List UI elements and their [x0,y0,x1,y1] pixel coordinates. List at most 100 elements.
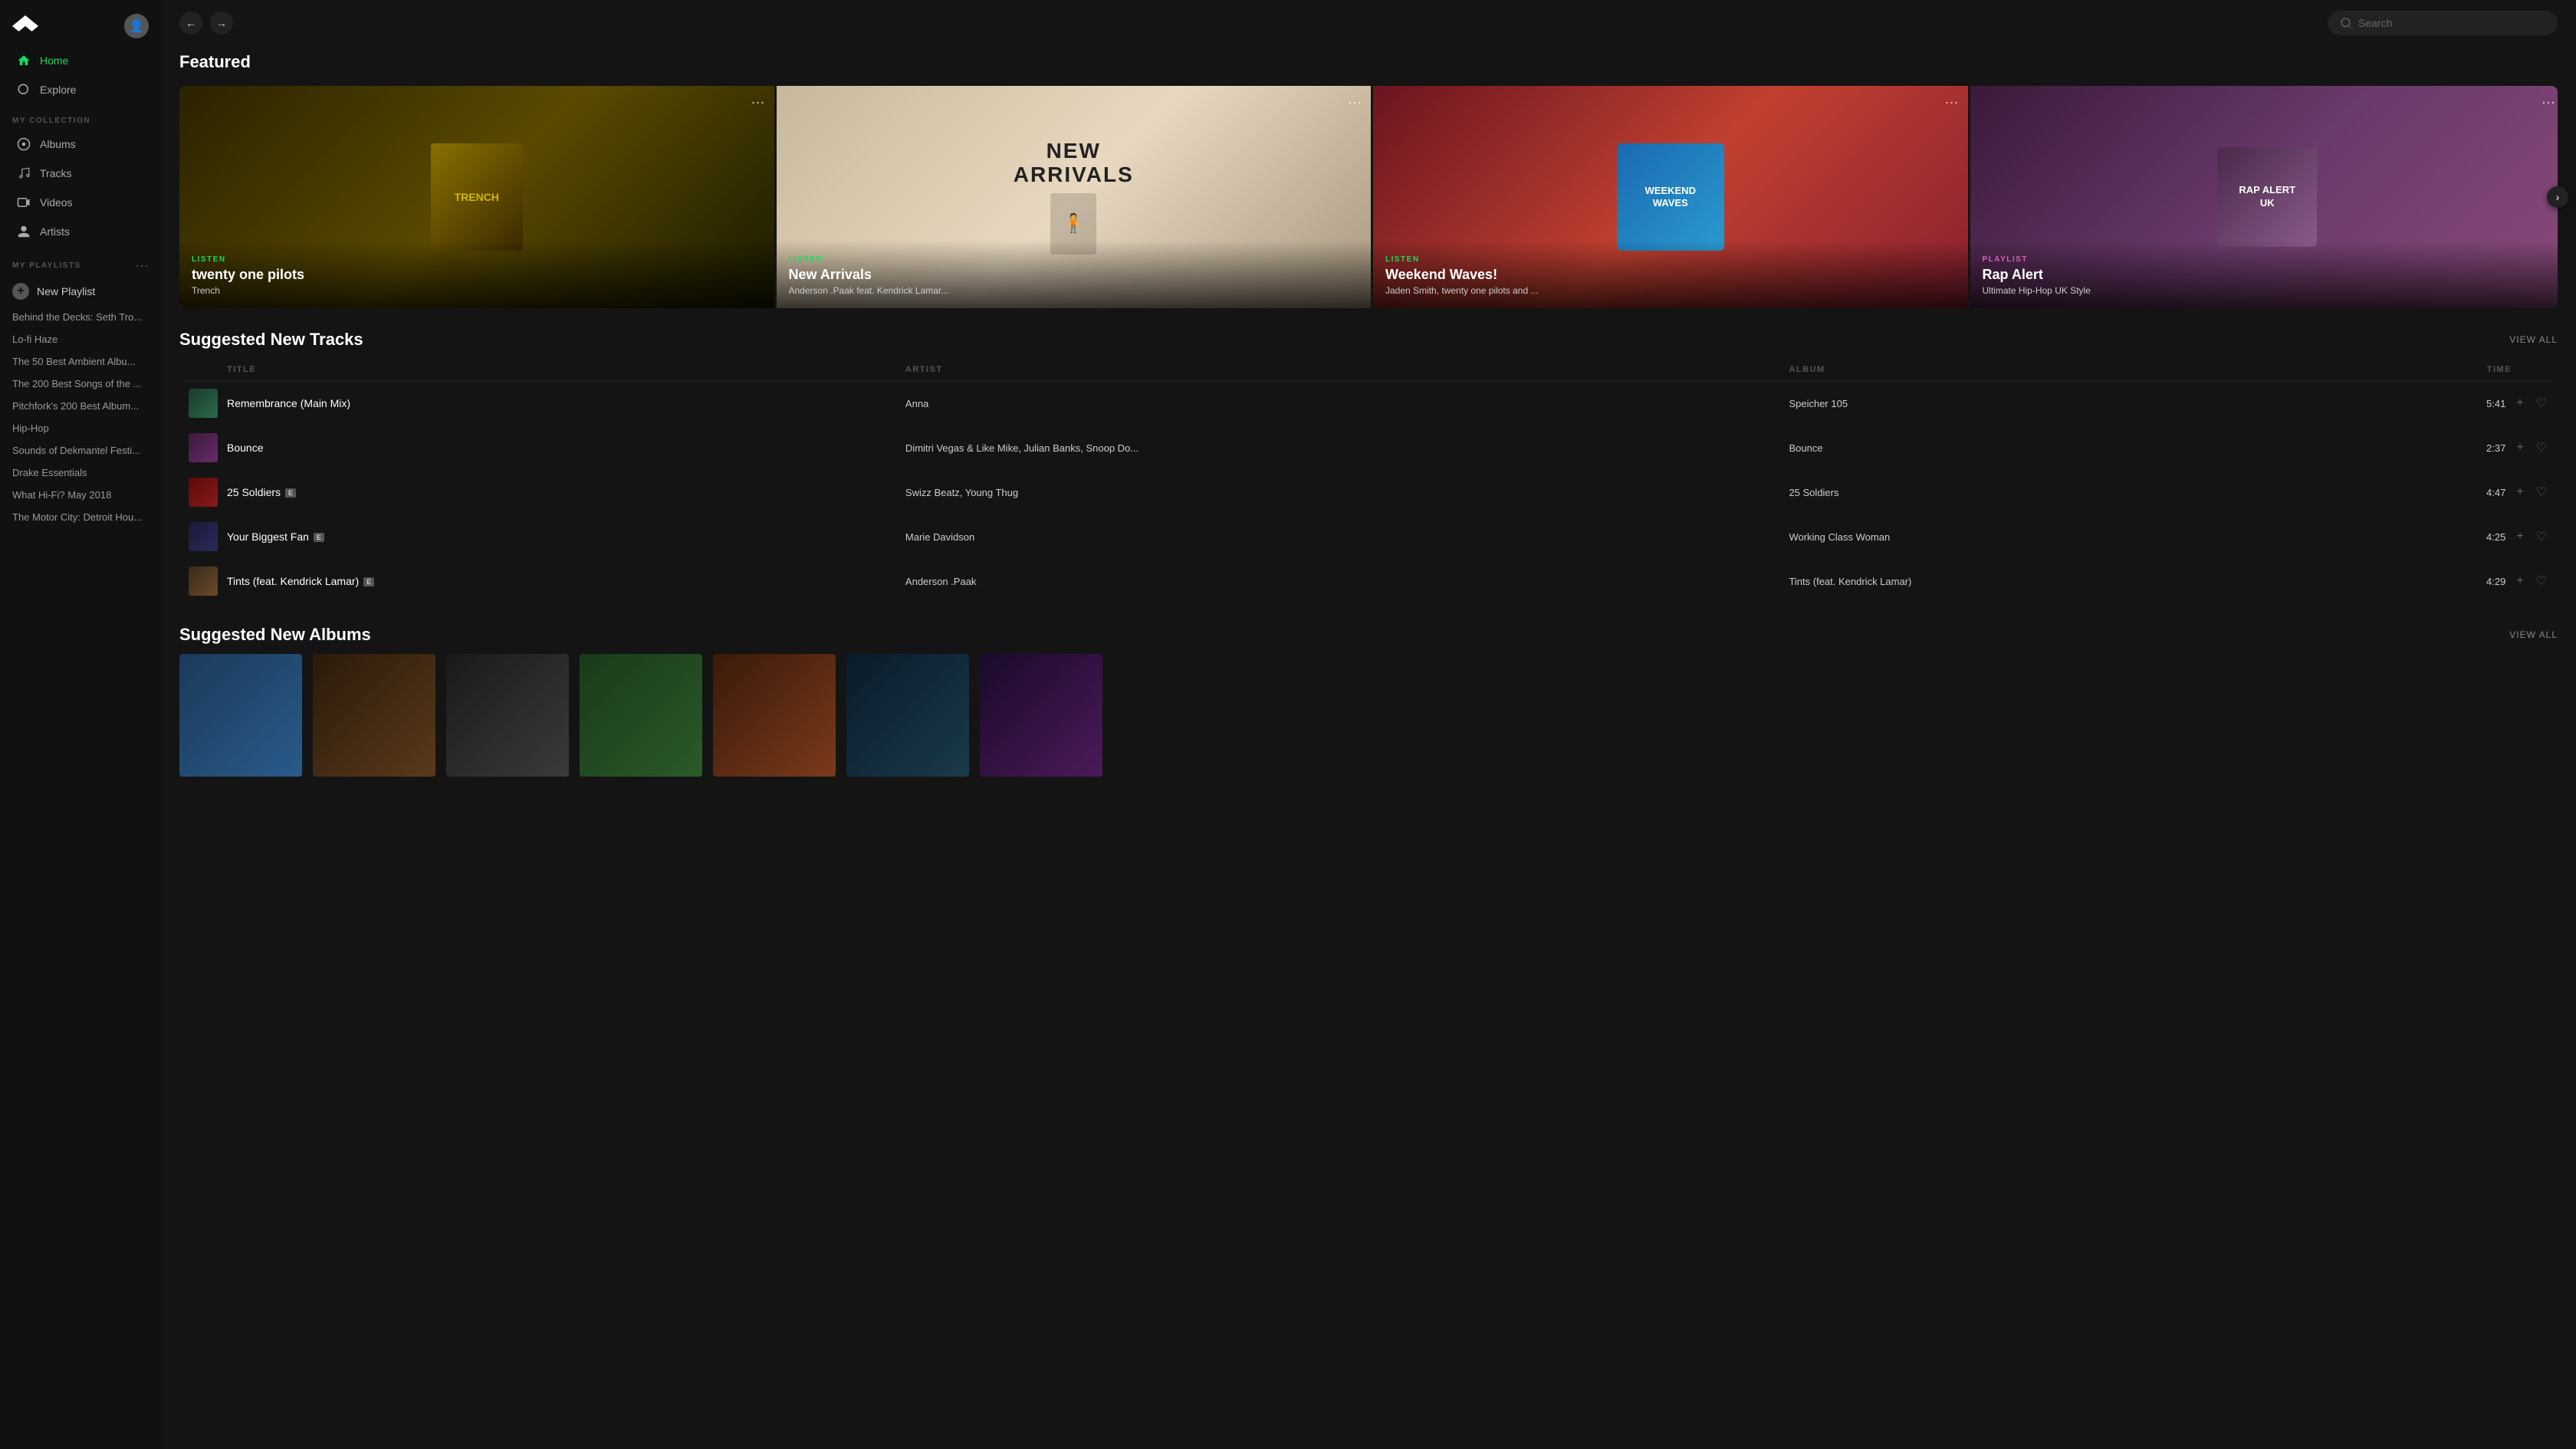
card-subtitle: Anderson .Paak feat. Kendrick Lamar... [789,285,1359,296]
playlists-header: MY PLAYLISTS ··· [0,246,161,277]
album-card[interactable] [713,654,836,777]
card-overlay: LISTEN New Arrivals Anderson .Paak feat.… [777,240,1372,308]
col-time: TIME [2275,359,2558,381]
track-thumbnail [189,567,218,596]
favorite-track-button[interactable]: ♡ [2535,439,2548,457]
track-thumbnail [189,389,218,418]
card-options-button[interactable]: ··· [1348,95,1362,109]
search-bar [2328,11,2558,35]
favorite-track-button[interactable]: ♡ [2535,394,2548,412]
card-type-label: LISTEN [789,255,1359,264]
sidebar-header: 👤 [0,0,161,46]
suggested-albums-title: Suggested New Albums [179,625,371,645]
back-button[interactable]: ← [179,12,202,34]
sidebar-item-albums[interactable]: Albums [5,130,156,158]
album-card[interactable] [313,654,435,777]
playlist-list: Behind the Decks: Seth Tro...Lo-fi HazeT… [0,306,161,528]
add-track-button[interactable]: + [2515,439,2525,456]
playlist-item[interactable]: Hip-Hop [0,417,161,439]
card-options-button[interactable]: ··· [751,95,765,109]
favorite-track-button[interactable]: ♡ [2535,483,2548,501]
playlist-item[interactable]: Pitchfork's 200 Best Album... [0,395,161,417]
col-artist: ARTIST [896,359,1780,381]
albums-view-all-button[interactable]: View all [2509,629,2558,640]
card-title: twenty one pilots [192,267,762,283]
track-time-cell: 4:25 + ♡ [2275,514,2558,559]
playlist-item[interactable]: What Hi-Fi? May 2018 [0,484,161,506]
card-subtitle: Ultimate Hip-Hop UK Style [1983,285,2553,296]
playlist-item[interactable]: Drake Essentials [0,462,161,484]
sidebar: 👤 Home Explore MY COLLECTION Albums Trac… [0,0,161,1449]
playlist-item[interactable]: Sounds of Dekmantel Festi... [0,439,161,462]
top-bar: ← → [161,0,2576,46]
featured-cards-row: TRENCH LISTEN twenty one pilots Trench ·… [179,86,2558,308]
playlist-item[interactable]: The 200 Best Songs of the ... [0,373,161,395]
table-row[interactable]: 25 SoldiersE Swizz Beatz, Young Thug 25 … [179,470,2558,514]
new-playlist-button[interactable]: + New Playlist [0,277,161,306]
track-name: Remembrance (Main Mix) [227,397,350,409]
add-track-button[interactable]: + [2515,573,2525,590]
sidebar-item-tracks[interactable]: Tracks [5,159,156,187]
track-duration: 4:25 [2486,531,2505,543]
album-thumbnail [313,654,435,777]
sidebar-item-home[interactable]: Home [5,47,156,74]
explicit-badge: E [285,488,296,498]
featured-next-button[interactable]: › [2547,186,2568,208]
favorite-track-button[interactable]: ♡ [2535,527,2548,546]
track-title-cell: 25 SoldiersE [179,470,896,514]
suggested-tracks-header: Suggested New Tracks View all [179,330,2558,350]
sidebar-item-artists[interactable]: Artists [5,218,156,245]
tracks-view-all-button[interactable]: View all [2509,334,2558,345]
favorite-track-button[interactable]: ♡ [2535,572,2548,590]
tracks-table: TITLE ARTIST ALBUM TIME Remembrance (Mai… [179,359,2558,603]
album-card[interactable] [980,654,1102,777]
search-input[interactable] [2358,17,2545,29]
forward-button[interactable]: → [210,12,233,34]
sidebar-item-videos[interactable]: Videos [5,189,156,216]
track-duration: 4:29 [2486,576,2505,587]
sidebar-item-explore[interactable]: Explore [5,76,156,104]
playlist-item[interactable]: Behind the Decks: Seth Tro... [0,306,161,328]
album-card[interactable] [846,654,969,777]
playlist-item[interactable]: The Motor City: Detroit Hou... [0,506,161,528]
table-row[interactable]: Bounce Dimitri Vegas & Like Mike, Julian… [179,426,2558,470]
featured-card-arrivals[interactable]: NEWARRIVALS 🧍 LISTEN New Arrivals Anders… [777,86,1372,308]
playlist-item[interactable]: The 50 Best Ambient Albu... [0,350,161,373]
card-type-label: LISTEN [192,255,762,264]
table-row[interactable]: Your Biggest FanE Marie Davidson Working… [179,514,2558,559]
add-track-button[interactable]: + [2515,484,2525,501]
add-track-button[interactable]: + [2515,528,2525,545]
albums-row [179,654,2558,777]
card-options-button[interactable]: ··· [1945,95,1959,109]
track-time-cell: 4:47 + ♡ [2275,470,2558,514]
track-time-cell: 5:41 + ♡ [2275,381,2558,426]
table-row[interactable]: Tints (feat. Kendrick Lamar)E Anderson .… [179,559,2558,603]
album-card[interactable] [580,654,702,777]
suggested-tracks-title: Suggested New Tracks [179,330,363,350]
track-artist: Dimitri Vegas & Like Mike, Julian Banks,… [896,426,1780,470]
card-type-label: PLAYLIST [1983,255,2553,264]
playlist-item[interactable]: Lo-fi Haze [0,328,161,350]
table-row[interactable]: Remembrance (Main Mix) Anna Speicher 105… [179,381,2558,426]
playlists-more-button[interactable]: ··· [135,258,149,272]
card-type-label: LISTEN [1385,255,1956,264]
tidal-logo[interactable] [12,15,38,37]
track-name: Tints (feat. Kendrick Lamar)E [227,575,374,587]
album-thumbnail [446,654,569,777]
avatar[interactable]: 👤 [124,14,149,38]
explicit-badge: E [363,577,374,586]
card-overlay: LISTEN twenty one pilots Trench [179,240,774,308]
card-options-button[interactable]: ··· [2542,95,2555,109]
add-track-button[interactable]: + [2515,395,2525,412]
track-album: Working Class Woman [1779,514,2275,559]
suggested-albums-header: Suggested New Albums View all [179,625,2558,645]
featured-card-rap[interactable]: RAP ALERTUK PLAYLIST Rap Alert Ultimate … [1970,86,2558,308]
card-subtitle: Jaden Smith, twenty one pilots and ... [1385,285,1956,296]
album-card[interactable] [179,654,302,777]
album-thumbnail [179,654,302,777]
album-card[interactable] [446,654,569,777]
featured-card-waves[interactable]: WEEKENDWAVES LISTEN Weekend Waves! Jaden… [1373,86,1968,308]
track-time-cell: 4:29 + ♡ [2275,559,2558,603]
featured-card-trench[interactable]: TRENCH LISTEN twenty one pilots Trench ·… [179,86,774,308]
card-subtitle: Trench [192,285,762,296]
